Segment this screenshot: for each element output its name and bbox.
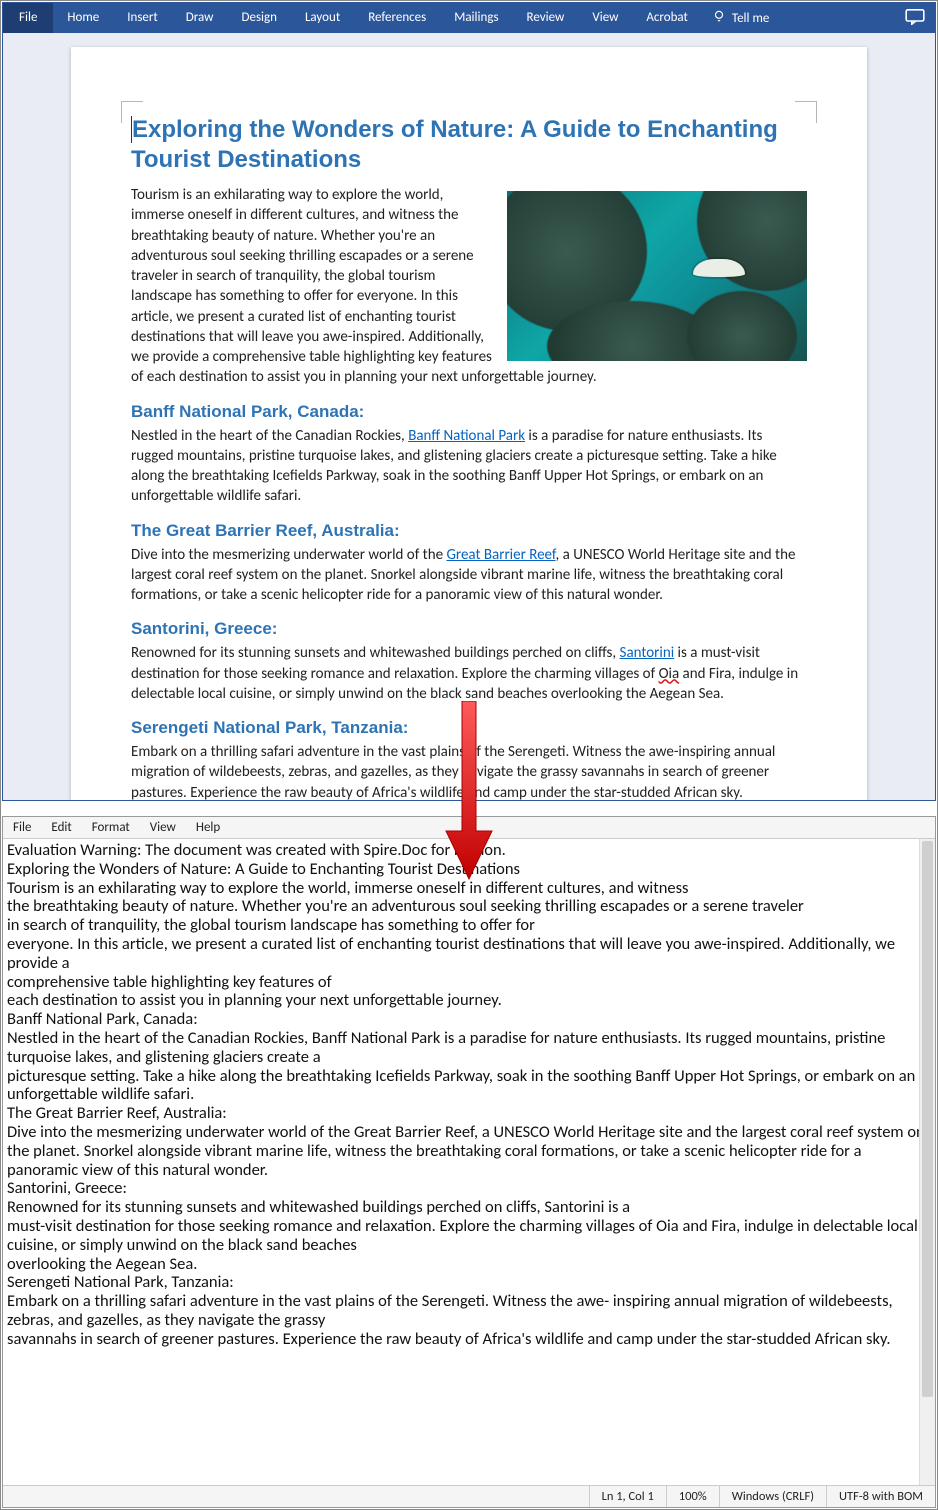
para-reef[interactable]: Dive into the mesmerizing underwater wor…: [131, 545, 807, 606]
tab-insert[interactable]: Insert: [113, 3, 172, 33]
doc-title[interactable]: Exploring the Wonders of Nature: A Guide…: [131, 115, 807, 175]
tab-home[interactable]: Home: [53, 3, 113, 33]
tab-layout[interactable]: Layout: [291, 3, 354, 33]
menu-file[interactable]: File: [3, 820, 41, 835]
menu-help[interactable]: Help: [186, 820, 230, 835]
text-editor-window: File Edit Format View Help Evaluation Wa…: [2, 816, 936, 1508]
subhead-santorini[interactable]: Santorini, Greece:: [131, 619, 807, 639]
tell-me-label: Tell me: [732, 11, 769, 26]
scrollbar[interactable]: [919, 839, 935, 1485]
text: Renowned for its stunning sunsets and wh…: [131, 644, 620, 662]
tab-file[interactable]: File: [3, 3, 53, 33]
status-zoom[interactable]: 100%: [666, 1486, 719, 1507]
text: Dive into the mesmerizing underwater wor…: [131, 546, 446, 564]
word-window: File Home Insert Draw Design Layout Refe…: [2, 2, 936, 801]
editor-body[interactable]: Evaluation Warning: The document was cre…: [3, 839, 935, 1485]
tab-acrobat[interactable]: Acrobat: [632, 3, 702, 33]
menu-format[interactable]: Format: [82, 820, 140, 835]
tab-design[interactable]: Design: [227, 3, 290, 33]
tell-me[interactable]: Tell me: [702, 9, 779, 27]
para-santorini[interactable]: Renowned for its stunning sunsets and wh…: [131, 643, 807, 704]
menu-view[interactable]: View: [140, 820, 186, 835]
link-banff[interactable]: Banff National Park: [408, 427, 525, 445]
tab-references[interactable]: References: [354, 3, 440, 33]
text: Nestled in the heart of the Canadian Roc…: [131, 427, 408, 445]
ribbon: File Home Insert Draw Design Layout Refe…: [3, 3, 935, 33]
subhead-serengeti[interactable]: Serengeti National Park, Tanzania:: [131, 718, 807, 738]
status-spacer: [3, 1486, 589, 1507]
hero-image[interactable]: [507, 191, 807, 361]
status-bar: Ln 1, Col 1 100% Windows (CRLF) UTF-8 wi…: [3, 1485, 935, 1507]
comment-icon[interactable]: [905, 9, 925, 29]
tab-view[interactable]: View: [578, 3, 632, 33]
menu-edit[interactable]: Edit: [41, 820, 81, 835]
tab-review[interactable]: Review: [513, 3, 579, 33]
editor-text[interactable]: Evaluation Warning: The document was cre…: [3, 839, 935, 1351]
status-eol[interactable]: Windows (CRLF): [719, 1486, 826, 1507]
page[interactable]: Exploring the Wonders of Nature: A Guide…: [71, 47, 867, 800]
lightbulb-icon: [712, 9, 726, 27]
document-area[interactable]: Exploring the Wonders of Nature: A Guide…: [3, 33, 935, 800]
intro-block: Tourism is an exhilarating way to explor…: [131, 185, 807, 388]
editor-menu-bar: File Edit Format View Help: [3, 817, 935, 839]
subhead-reef[interactable]: The Great Barrier Reef, Australia:: [131, 521, 807, 541]
tab-draw[interactable]: Draw: [172, 3, 228, 33]
para-banff[interactable]: Nestled in the heart of the Canadian Roc…: [131, 426, 807, 507]
subhead-banff[interactable]: Banff National Park, Canada:: [131, 402, 807, 422]
spellcheck-oia[interactable]: Oia: [659, 665, 680, 683]
tab-mailings[interactable]: Mailings: [440, 3, 512, 33]
link-santorini[interactable]: Santorini: [620, 644, 675, 662]
scrollbar-thumb[interactable]: [922, 841, 933, 1397]
link-reef[interactable]: Great Barrier Reef: [446, 546, 555, 564]
doc-title-text: Exploring the Wonders of Nature: A Guide…: [131, 116, 778, 173]
status-encoding[interactable]: UTF-8 with BOM: [826, 1486, 935, 1507]
para-serengeti[interactable]: Embark on a thrilling safari adventure i…: [131, 742, 807, 800]
status-position[interactable]: Ln 1, Col 1: [589, 1486, 666, 1507]
boat-graphic: [693, 259, 745, 277]
